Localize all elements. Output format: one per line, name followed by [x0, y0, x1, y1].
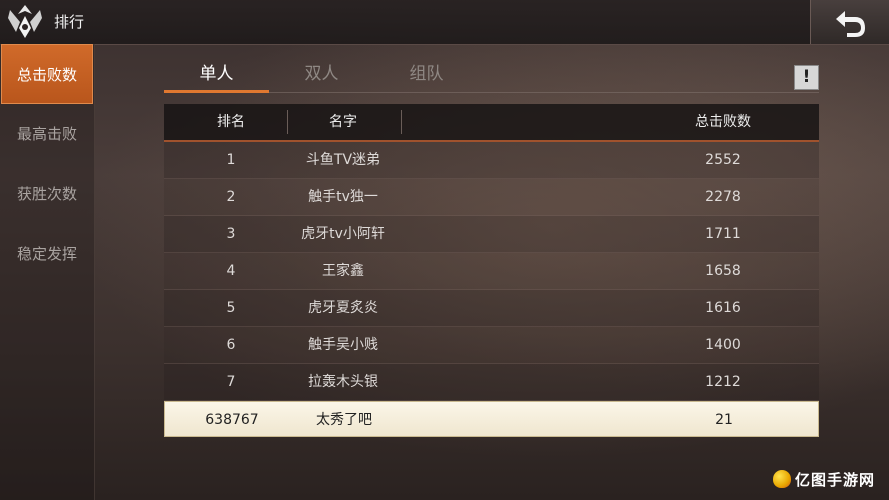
watermark-text: 亿图手游网 — [794, 471, 875, 489]
table-row[interactable]: 6 触手吴小贱 1400 — [164, 327, 819, 364]
return-arrow-icon — [836, 11, 865, 37]
score-cell: 1400 — [705, 337, 741, 353]
table-row[interactable]: 3 虎牙tv小阿轩 1711 — [164, 216, 819, 253]
sidebar: 总击败数 最高击败 获胜次数 稳定发挥 — [0, 44, 95, 500]
score-cell: 21 — [715, 412, 733, 428]
sidebar-item-consistency[interactable]: 稳定发挥 — [1, 224, 93, 284]
name-cell: 拉轰木头银 — [308, 374, 378, 390]
score-cell: 2278 — [705, 189, 741, 205]
sidebar-item-total-kills[interactable]: 总击败数 — [1, 44, 93, 104]
score-cell: 1212 — [705, 374, 741, 390]
column-header-name: 名字 — [329, 114, 357, 130]
tab-label: 单人 — [199, 64, 234, 84]
score-cell: 1658 — [705, 263, 741, 279]
table-row[interactable]: 5 虎牙夏炙炎 1616 — [164, 290, 819, 327]
site-watermark: 亿图手游网 — [772, 468, 875, 492]
top-bar: 排行 — [0, 0, 889, 45]
info-button[interactable]: ! — [794, 65, 819, 90]
table-row[interactable]: 2 触手tv独一 2278 — [164, 179, 819, 216]
self-rank-row[interactable]: 638767 太秀了吧 21 — [164, 401, 819, 437]
column-header-rank: 排名 — [217, 114, 245, 130]
rank-cell: 6 — [226, 337, 236, 353]
rank-cell: 7 — [226, 374, 236, 390]
name-cell: 太秀了吧 — [316, 412, 372, 428]
sidebar-item-wins[interactable]: 获胜次数 — [1, 164, 93, 224]
sidebar-item-label: 获胜次数 — [16, 185, 77, 203]
name-cell: 触手吴小贱 — [308, 337, 378, 353]
name-cell: 王家鑫 — [322, 263, 364, 279]
apple-logo-icon — [772, 469, 791, 488]
emblem-logo-icon — [4, 2, 46, 42]
sidebar-item-highest-kills[interactable]: 最高击败 — [1, 104, 93, 164]
table-row[interactable]: 7 拉轰木头银 1212 — [164, 364, 819, 401]
tab-squad[interactable]: 组队 — [374, 58, 479, 92]
leaderboard-table: 排名 名字 总击败数 1 斗鱼TV迷弟 2552 2 触手tv独一 2278 3… — [164, 104, 819, 437]
sidebar-item-label: 总击败数 — [16, 66, 77, 84]
name-cell: 虎牙tv小阿轩 — [301, 226, 385, 242]
exclamation-icon: ! — [802, 67, 811, 87]
tab-divider — [269, 92, 819, 93]
active-tab-indicator — [164, 90, 269, 93]
tab-label: 双人 — [304, 64, 339, 84]
score-cell: 2552 — [705, 152, 741, 168]
table-row[interactable]: 4 王家鑫 1658 — [164, 253, 819, 290]
name-cell: 虎牙夏炙炎 — [308, 300, 378, 316]
table-row[interactable]: 1 斗鱼TV迷弟 2552 — [164, 142, 819, 179]
rank-cell: 5 — [226, 300, 236, 316]
score-cell: 1711 — [705, 226, 741, 242]
rank-cell: 1 — [226, 152, 236, 168]
tab-duo[interactable]: 双人 — [269, 58, 374, 92]
back-button[interactable] — [810, 0, 889, 44]
sidebar-item-label: 最高击败 — [16, 125, 77, 143]
column-divider — [401, 110, 402, 134]
tab-label: 组队 — [409, 64, 444, 84]
score-cell: 1616 — [705, 300, 741, 316]
column-header-score: 总击败数 — [695, 114, 751, 130]
rank-cell: 638767 — [205, 412, 259, 428]
name-cell: 触手tv独一 — [308, 189, 378, 205]
tab-solo[interactable]: 单人 — [164, 58, 269, 92]
table-header: 排名 名字 总击败数 — [164, 104, 819, 142]
rank-cell: 4 — [226, 263, 236, 279]
page-title: 排行 — [54, 13, 85, 31]
sidebar-item-label: 稳定发挥 — [16, 245, 77, 263]
name-cell: 斗鱼TV迷弟 — [305, 152, 381, 168]
rank-cell: 2 — [226, 189, 236, 205]
rank-cell: 3 — [226, 226, 236, 242]
